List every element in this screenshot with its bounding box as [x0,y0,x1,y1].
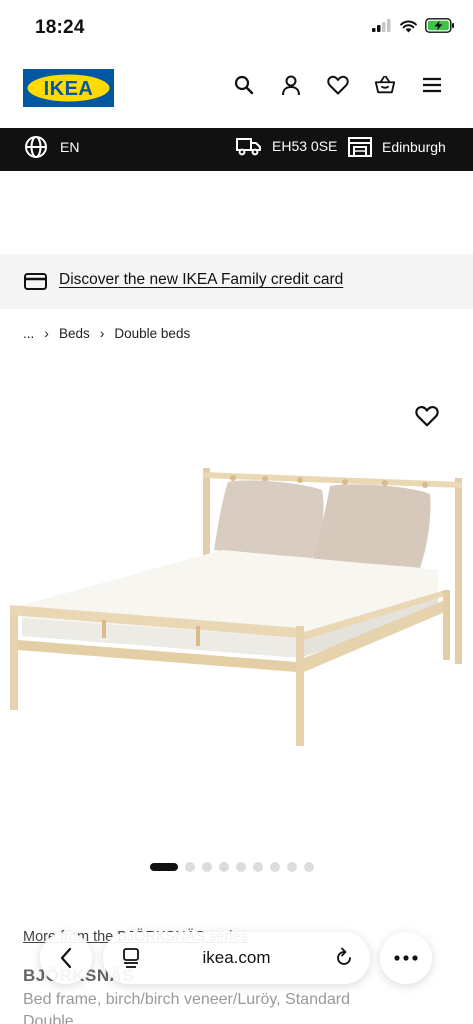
carousel-dot[interactable] [287,862,297,872]
carousel-dot[interactable] [219,862,229,872]
status-time: 18:24 [35,17,85,38]
delivery-truck-icon [236,138,261,156]
breadcrumb-item-beds[interactable]: Beds [59,326,90,341]
globe-icon [25,136,47,158]
carousel-dot[interactable] [253,862,263,872]
carousel-dot[interactable] [202,862,212,872]
language-label: EN [60,139,80,155]
carousel-dot[interactable] [304,862,314,872]
store-selector[interactable]: Edinburgh [348,136,446,158]
product-image[interactable] [0,400,473,830]
address-bar[interactable]: ikea.com [103,932,370,984]
location-bar: EN EH53 0SE Edinburgh [0,128,473,171]
chevron-left-icon [60,947,72,969]
basket-icon[interactable] [374,74,396,96]
credit-card-icon [24,273,47,290]
breadcrumb-ellipsis[interactable]: ... [23,326,34,341]
breadcrumb: ... › Beds › Double beds [23,325,190,341]
postcode-selector[interactable]: EH53 0SE [236,136,337,156]
ellipsis-icon [394,955,418,961]
logo-text: IKEA [44,78,94,100]
back-button[interactable] [40,932,92,984]
chevron-right-icon: › [44,325,49,341]
credit-card-promo: Discover the new IKEA Family credit card [0,254,473,309]
menu-icon[interactable] [421,74,443,96]
status-bar: 18:24 [0,0,473,56]
carousel-dot[interactable] [236,862,246,872]
search-icon[interactable] [233,74,255,96]
ikea-logo[interactable]: IKEA [23,69,114,107]
more-options-button[interactable] [380,932,432,984]
product-description: Bed frame, birch/birch veneer/Luröy, Sta… [23,991,350,1024]
heart-icon[interactable] [327,74,349,96]
postcode-label: EH53 0SE [272,138,338,154]
add-to-favourites-heart-icon[interactable] [415,405,441,431]
carousel-dot-active[interactable] [150,863,178,871]
store-label: Edinburgh [382,139,446,155]
carousel-dot[interactable] [270,862,280,872]
battery-charging-icon [425,18,454,33]
language-selector[interactable]: EN [24,135,79,159]
chevron-right-icon: › [99,325,105,341]
site-header: IKEA [0,56,473,128]
credit-card-promo-link[interactable]: Discover the new IKEA Family credit card [59,271,343,289]
reload-icon[interactable] [334,947,354,969]
store-icon [348,137,372,157]
carousel-pagination [150,862,314,872]
status-icons [372,18,455,33]
carousel-dot[interactable] [185,862,195,872]
url-text: ikea.com [202,948,271,967]
signal-icon [372,19,391,32]
wifi-icon [400,20,417,32]
breadcrumb-item-double-beds[interactable]: Double beds [114,326,190,341]
profile-icon[interactable] [280,74,302,96]
